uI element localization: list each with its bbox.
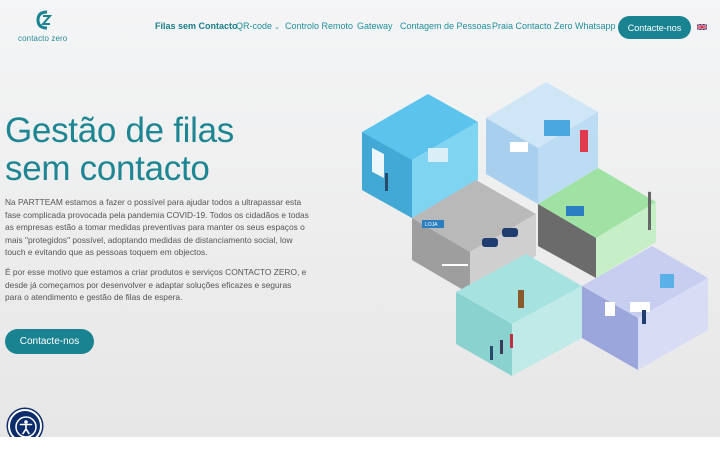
intro-paragraph: Na PARTTEAM estamos a fazer o possível p…	[5, 197, 309, 257]
contact-button-hero[interactable]: Contacte-nos	[5, 329, 94, 354]
uk-flag-icon[interactable]	[697, 24, 707, 30]
accessibility-icon	[15, 416, 37, 438]
page-title-line-2: sem contacto	[5, 149, 210, 188]
isometric-rooms-illustration: LOJA	[362, 82, 708, 376]
page-title: Gestão de filas sem contacto	[5, 112, 234, 188]
nav-item-whatsapp[interactable]: Whatsapp	[575, 21, 616, 31]
nav-item-controlo-remoto[interactable]: Controlo Remoto	[285, 21, 353, 31]
nav-item-filas-sem-contacto[interactable]: Filas sem Contacto	[155, 21, 238, 31]
site-header: contacto zero Filas sem Contacto QR-code…	[0, 0, 720, 52]
nav-item-contagem-de-pessoas[interactable]: Contagem de Pessoas	[400, 21, 491, 31]
products-paragraph: É por esse motivo que estamos a criar pr…	[5, 267, 307, 302]
contact-button-nav[interactable]: Contacte-nos	[618, 16, 691, 39]
chevron-down-icon: ⌄	[274, 24, 280, 31]
nav-item-qr-code[interactable]: QR-code ⌄	[236, 21, 280, 31]
page-title-line-1: Gestão de filas	[5, 111, 234, 150]
nav-item-gateway[interactable]: Gateway	[357, 21, 393, 31]
shop-sign-text: LOJA	[425, 222, 438, 228]
nav-item-label: QR-code	[236, 21, 273, 31]
nav-item-praia-contacto-zero[interactable]: Praia Contacto Zero	[492, 21, 573, 31]
next-section-edge	[0, 437, 720, 450]
main-nav: Filas sem Contacto QR-code ⌄ Controlo Rem…	[0, 0, 720, 52]
